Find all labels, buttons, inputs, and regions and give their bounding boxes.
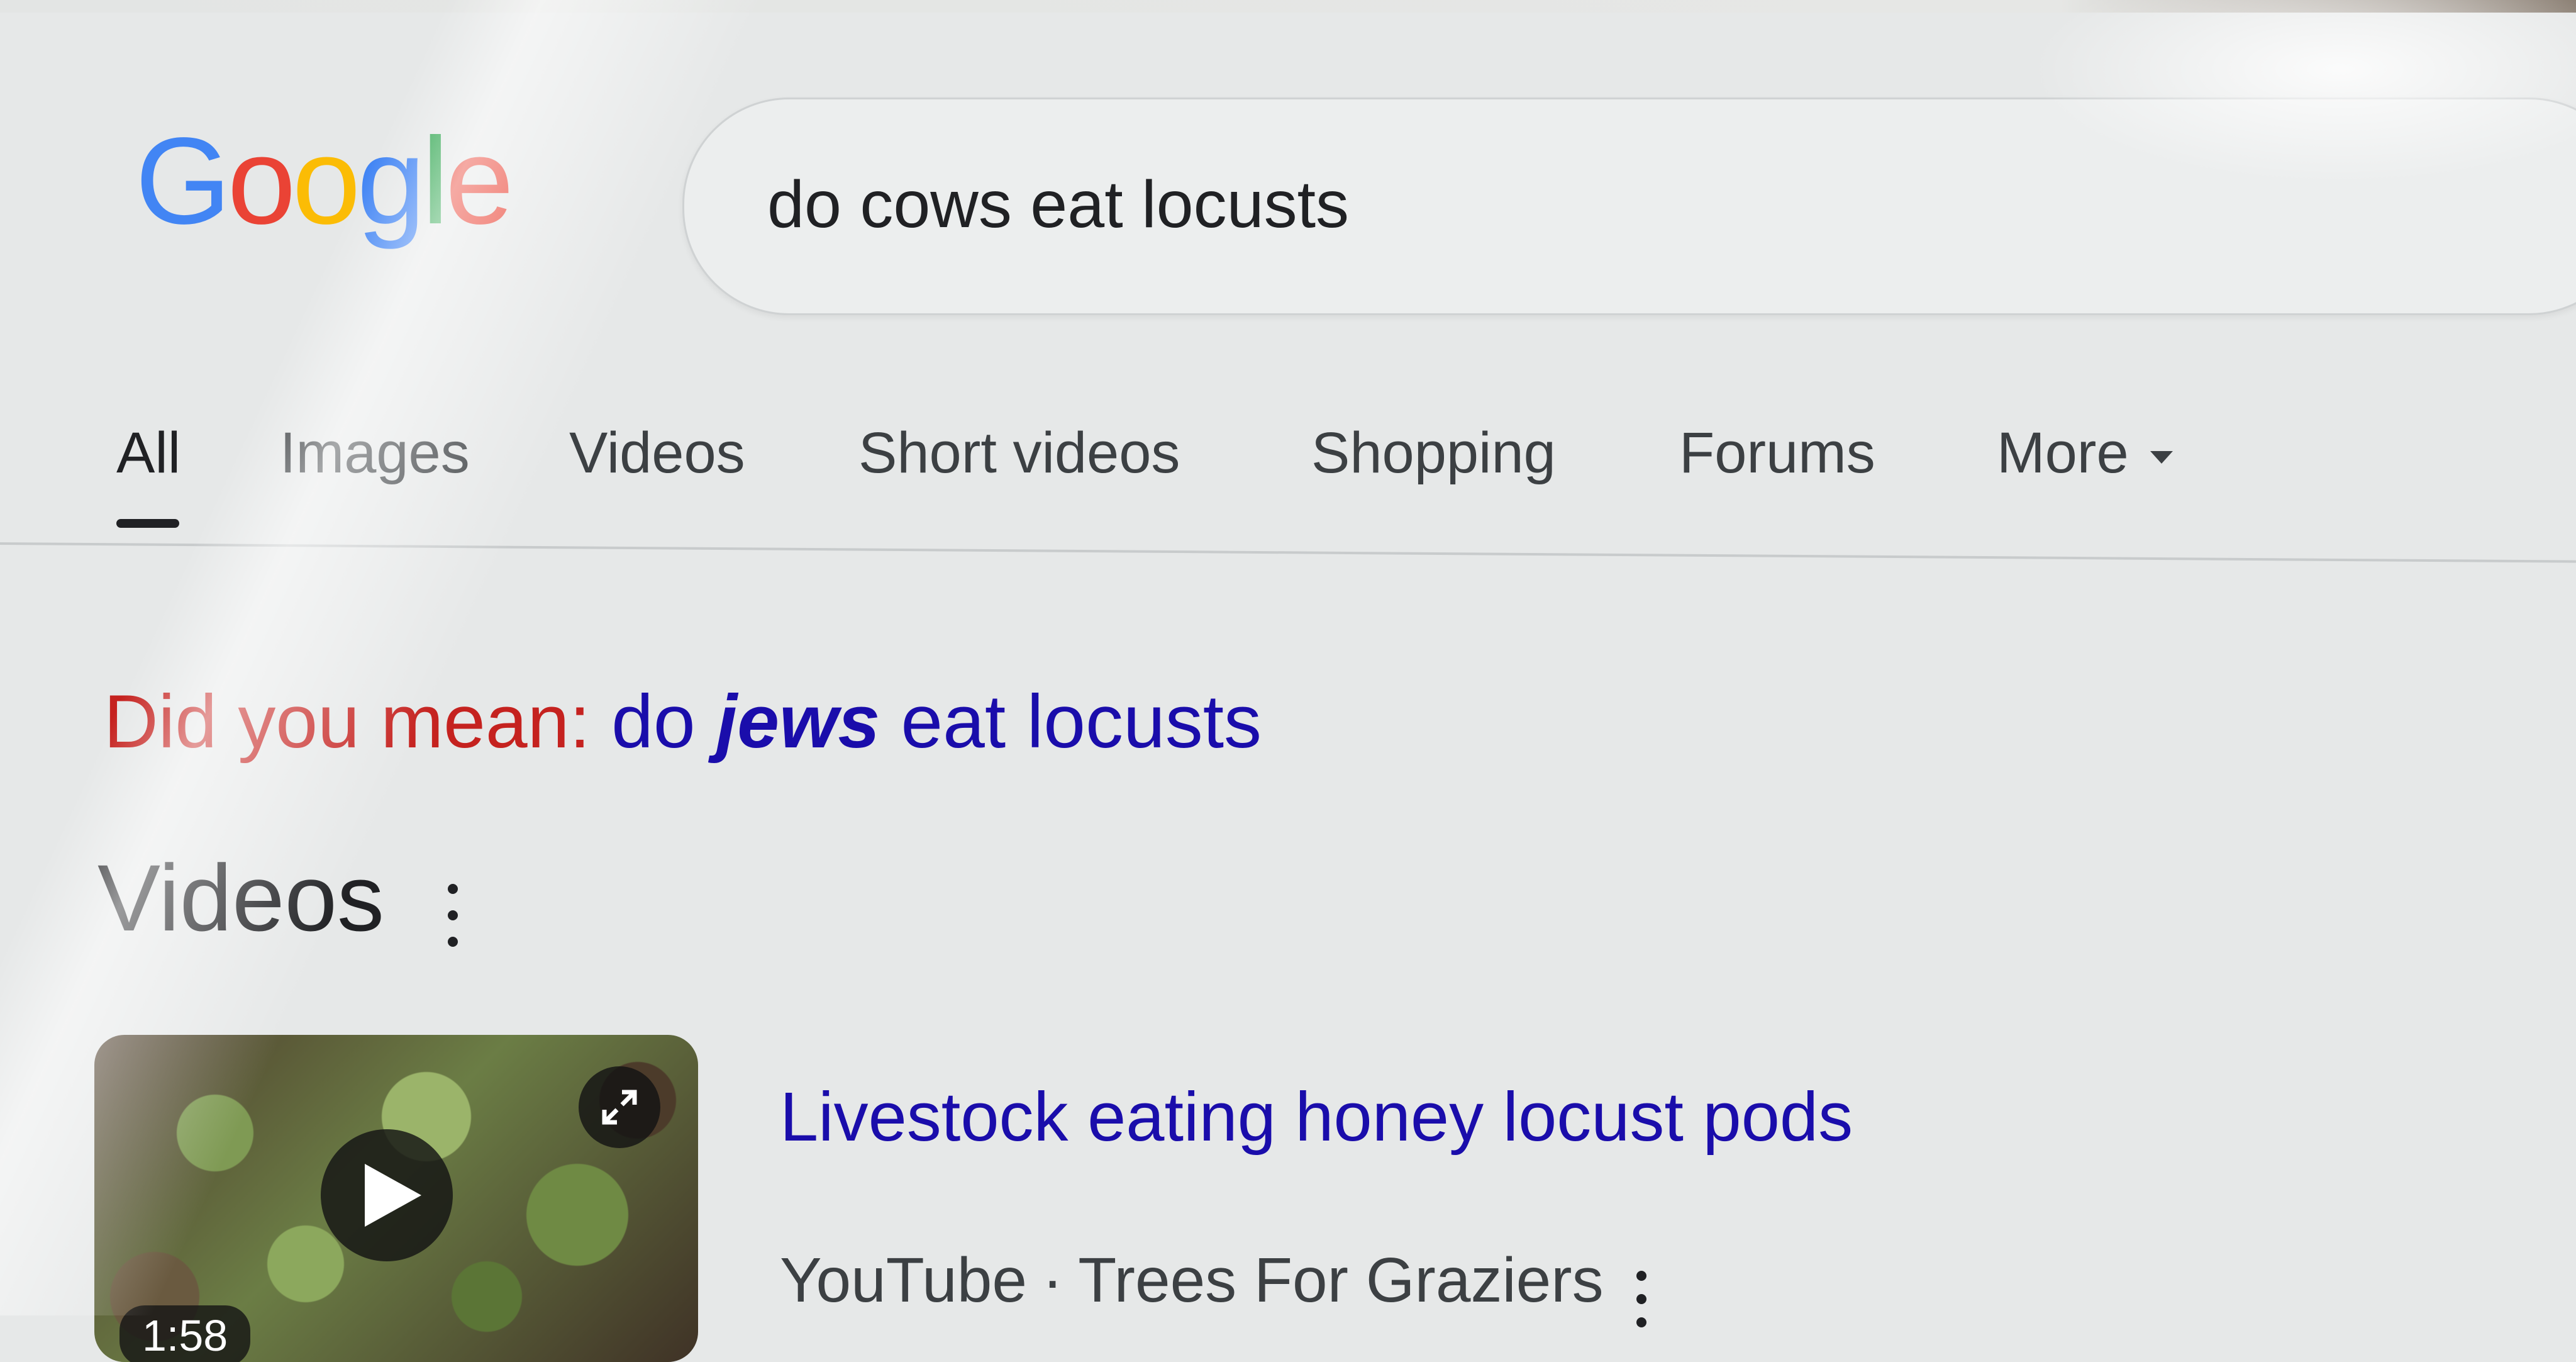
video-duration-badge: 1:58 [119, 1305, 251, 1362]
did-you-mean-suggestion[interactable]: do jews eat locusts [611, 679, 1262, 764]
tab-forums[interactable]: Forums [1679, 415, 1875, 491]
suggestion-before: do [611, 679, 696, 764]
tab-more[interactable]: More [1997, 415, 2173, 491]
tab-shopping[interactable]: Shopping [1311, 415, 1556, 491]
logo-letter: l [421, 112, 449, 250]
expand-icon[interactable] [579, 1066, 660, 1148]
search-tabs: All Images Videos Short videos Shopping … [0, 415, 2576, 535]
video-title-link[interactable]: Livestock eating honey locust pods [780, 1076, 1853, 1159]
tab-images[interactable]: Images [280, 415, 470, 491]
video-meta-separator: · [1041, 1245, 1063, 1315]
tab-all[interactable]: All [116, 415, 180, 491]
logo-letter: o [227, 112, 296, 250]
tabs-divider [0, 542, 2576, 563]
more-vert-icon[interactable] [1629, 1271, 1654, 1327]
suggestion-emphasis: jews [716, 679, 880, 764]
did-you-mean-prefix: Did you mean: [104, 679, 591, 764]
logo-letter: e [445, 112, 514, 250]
logo-letter: o [292, 112, 360, 250]
suggestion-after: eat locusts [901, 679, 1262, 764]
did-you-mean: Did you mean: do jews eat locusts [104, 676, 1262, 767]
tab-short-videos[interactable]: Short videos [858, 415, 1180, 491]
google-logo[interactable]: Google [135, 112, 514, 250]
caret-down-icon [2150, 450, 2173, 464]
video-channel: Trees For Graziers [1078, 1245, 1604, 1315]
screen-top-edge [0, 0, 2576, 13]
videos-section-heading: Videos [97, 845, 384, 951]
logo-letter: g [357, 112, 426, 250]
active-tab-indicator [116, 519, 179, 528]
search-input[interactable] [767, 160, 2465, 248]
logo-letter: G [135, 112, 231, 250]
video-source: YouTube [780, 1245, 1027, 1315]
more-vert-icon[interactable] [440, 884, 465, 947]
video-thumbnail[interactable]: 1:58 [94, 1035, 698, 1362]
play-icon[interactable] [321, 1129, 453, 1261]
tab-videos[interactable]: Videos [569, 415, 745, 491]
tab-more-label: More [1997, 421, 2129, 485]
video-meta: YouTube · Trees For Graziers [780, 1242, 1604, 1318]
